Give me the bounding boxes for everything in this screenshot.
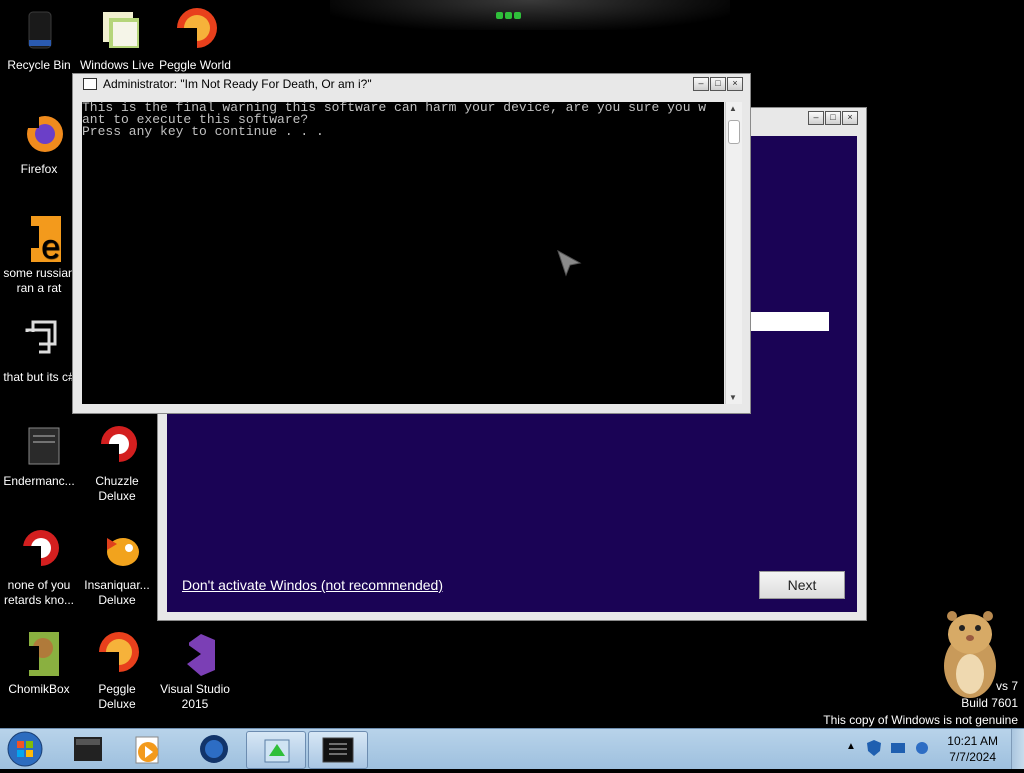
desktop-icon-enderman[interactable]: Endermanc... (0, 422, 78, 489)
desktop-icon-firefox[interactable]: Firefox (0, 110, 78, 177)
maximize-button[interactable]: □ (825, 111, 841, 125)
desktop-icon-csharp[interactable]: that but its c# (0, 318, 78, 385)
close-button[interactable]: × (842, 111, 858, 125)
console-titlebar[interactable]: Administrator: "Im Not Ready For Death, … (73, 74, 750, 96)
console-title: Administrator: "Im Not Ready For Death, … (103, 77, 372, 91)
minimize-button[interactable]: – (693, 77, 709, 91)
clock-date: 7/7/2024 (949, 750, 996, 764)
clock-time: 10:21 AM (947, 734, 998, 748)
firefox-icon (15, 110, 63, 158)
console-app-icon (83, 78, 97, 90)
desktop-icon-peggle-world[interactable]: Peggle World (156, 6, 234, 73)
console-window[interactable]: Administrator: "Im Not Ready For Death, … (72, 73, 751, 414)
taskbar: ▲ 10:21 AM 7/7/2024 (0, 728, 1024, 769)
watermark-os: vs 7 (995, 679, 1018, 693)
desktop-icon-none-of-you[interactable]: none of you retards kno... (0, 526, 78, 608)
taskbar-app-console[interactable] (308, 731, 368, 769)
scroll-thumb[interactable] (728, 120, 740, 144)
media-player-icon (135, 736, 159, 764)
taskbar-app-media-player[interactable] (120, 731, 178, 767)
desktop-icon-rat[interactable]: e some russian ran a rat (0, 214, 78, 296)
clock[interactable]: 10:21 AM 7/7/2024 (947, 733, 998, 765)
globe-icon (200, 735, 228, 763)
peggle-world-icon (171, 6, 219, 54)
console-icon (322, 737, 354, 763)
tray-expand-icon[interactable]: ▲ (846, 741, 856, 752)
chuzzle-icon (93, 422, 141, 470)
enderman-icon (15, 422, 63, 470)
none-of-you-icon (15, 526, 63, 574)
show-desktop-button[interactable] (1011, 729, 1024, 769)
scroll-down-icon[interactable]: ▼ (729, 393, 737, 402)
windows-logo-icon (7, 731, 43, 767)
console-output[interactable]: This is the final warning this software … (82, 101, 724, 404)
insaniquarium-icon (93, 526, 141, 574)
start-button[interactable] (5, 730, 45, 768)
desktop-icon-peggle-deluxe[interactable]: Peggle Deluxe (78, 630, 156, 712)
next-button[interactable]: Next (759, 571, 845, 599)
scroll-up-icon[interactable]: ▲ (729, 104, 737, 113)
top-indicator (496, 6, 528, 19)
shield-icon[interactable] (866, 739, 882, 757)
taskbar-app-setup[interactable] (246, 731, 306, 769)
desktop-icon-insaniquarium[interactable]: Insaniquar... Deluxe (78, 526, 156, 608)
maximize-button[interactable]: □ (710, 77, 726, 91)
system-tray: ▲ 10:21 AM 7/7/2024 (838, 729, 1024, 769)
network-icon[interactable] (890, 741, 906, 755)
folder-icon (74, 737, 102, 761)
minimize-button[interactable]: – (808, 111, 824, 125)
top-glow (330, 0, 730, 30)
desktop-icon-recycle-bin[interactable]: Recycle Bin (0, 6, 78, 73)
chomikbox-icon (15, 630, 63, 678)
close-button[interactable]: × (727, 77, 743, 91)
csharp-icon (15, 318, 63, 366)
setup-input-field[interactable] (751, 312, 829, 331)
setup-app-icon (264, 739, 290, 763)
peggle-deluxe-icon (93, 630, 141, 678)
volume-icon[interactable] (914, 739, 930, 757)
console-line: Press any key to continue . . . (82, 124, 324, 139)
watermark-build: Build 7601 (961, 696, 1018, 710)
watermark-genuine: This copy of Windows is not genuine (823, 713, 1018, 727)
svg-text:e: e (41, 228, 60, 262)
recycle-bin-icon (15, 6, 63, 54)
desktop-icon-chuzzle[interactable]: Chuzzle Deluxe (78, 422, 156, 504)
dont-activate-link[interactable]: Don't activate Windos (not recommended) (182, 577, 443, 593)
taskbar-app-folder[interactable] (58, 731, 116, 767)
console-scrollbar[interactable]: ▲ ▼ (725, 102, 742, 404)
rat-icon: e (15, 214, 63, 266)
visual-studio-icon (171, 630, 219, 678)
desktop-icon-chomikbox[interactable]: ChomikBox (0, 630, 78, 697)
desktop-icon-windows-live[interactable]: Windows Live (78, 6, 156, 73)
windows-watermark: vs 7 Build 7601 This copy of Windows is … (823, 678, 1018, 729)
cursor-icon (557, 249, 582, 277)
taskbar-app-browser[interactable] (184, 731, 242, 767)
windows-live-icon (93, 6, 141, 54)
desktop-icon-visual-studio[interactable]: Visual Studio 2015 (156, 630, 234, 712)
